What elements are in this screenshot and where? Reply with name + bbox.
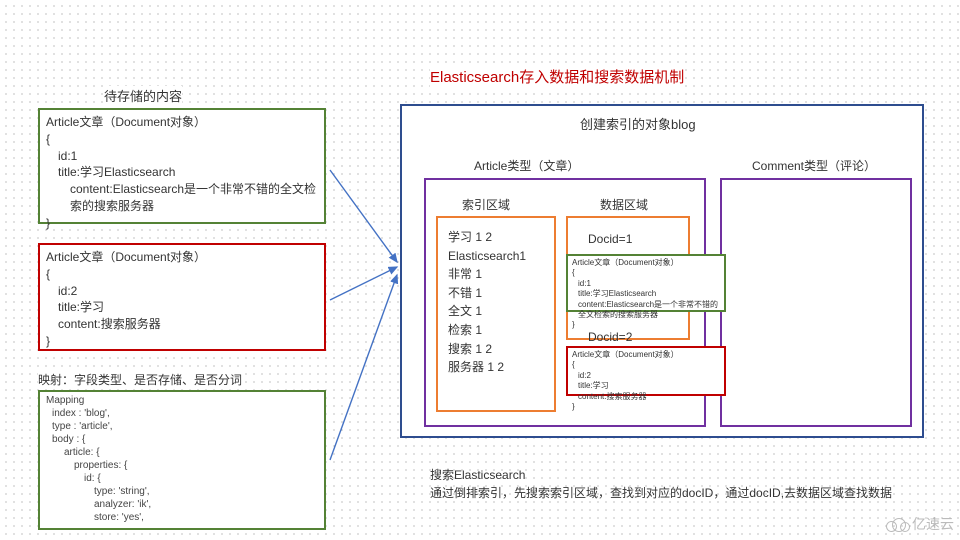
data-area-label: 数据区域 <box>600 196 648 213</box>
mini2-open: { <box>572 360 720 370</box>
mini1-id: id:1 <box>578 279 720 289</box>
map-l9: analyzer: 'ik', <box>94 498 318 511</box>
doc2-open: { <box>46 266 318 283</box>
token-row: 不错 1 <box>448 284 548 303</box>
doc1-close: } <box>46 215 318 232</box>
map-l5: article: { <box>64 446 318 459</box>
doc1-content: content:Elasticsearch是一个非常不错的全文检索的搜索服务器 <box>58 181 318 215</box>
mini2-id: id:2 <box>578 371 720 381</box>
token-row: 检索 1 <box>448 321 548 340</box>
mini1-content: content:Elasticsearch是一个非常不错的全文检索的搜索服务器 <box>578 300 720 321</box>
diagram-canvas: Elasticsearch存入数据和搜索数据机制 待存储的内容 Article文… <box>0 0 960 540</box>
comment-type-label: Comment类型（评论） <box>752 157 876 174</box>
mini1-header: Article文章（Document对象） <box>572 258 720 268</box>
docid-2-label: Docid=2 <box>588 330 632 344</box>
doc2-title: title:学习 <box>58 299 318 316</box>
docid-1-label: Docid=1 <box>588 232 632 246</box>
comment-type-box <box>720 178 912 427</box>
map-l7: id: { <box>84 472 318 485</box>
doc2-content: content:搜索服务器 <box>58 316 318 333</box>
blog-title: 创建索引的对象blog <box>580 114 696 133</box>
token-row: 非常 1 <box>448 265 548 284</box>
map-l1: Mapping <box>46 394 318 407</box>
search-label: 搜索Elasticsearch <box>430 466 525 483</box>
map-l2: index : 'blog', <box>52 407 318 420</box>
token-row: 服务器 1 2 <box>448 358 548 377</box>
mapping-label: 映射：字段类型、是否存储、是否分词 <box>38 371 242 388</box>
index-area-label: 索引区域 <box>462 196 510 213</box>
token-row: Elasticsearch1 <box>448 247 548 266</box>
map-l8: type: 'string', <box>94 485 318 498</box>
mini-document-1: Article文章（Document对象） { id:1 title:学习Ela… <box>566 254 726 312</box>
doc2-id: id:2 <box>58 283 318 300</box>
watermark-text: 亿速云 <box>912 514 954 534</box>
mini2-header: Article文章（Document对象） <box>572 350 720 360</box>
left-heading: 待存储的内容 <box>104 86 182 105</box>
mapping-box: Mapping index : 'blog', type : 'article'… <box>38 390 326 530</box>
doc2-header: Article文章（Document对象） <box>46 249 318 266</box>
index-area-box: 学习 1 2 Elasticsearch1 非常 1 不错 1 全文 1 检索 … <box>436 216 556 412</box>
search-description: 通过倒排索引，先搜索索引区域，查找到对应的docID，通过docID,去数据区域… <box>430 484 930 501</box>
doc2-close: } <box>46 333 318 350</box>
watermark-cloud-icon <box>886 516 908 532</box>
token-row: 学习 1 2 <box>448 228 548 247</box>
token-row: 搜索 1 2 <box>448 340 548 359</box>
map-l10: store: 'yes', <box>94 511 318 524</box>
document-1-box: Article文章（Document对象） { id:1 title:学习Ela… <box>38 108 326 224</box>
watermark: 亿速云 <box>886 514 954 534</box>
map-l6: properties: { <box>74 459 318 472</box>
document-2-box: Article文章（Document对象） { id:2 title:学习 co… <box>38 243 326 351</box>
doc1-header: Article文章（Document对象） <box>46 114 318 131</box>
mini1-title: title:学习Elasticsearch <box>578 289 720 299</box>
mini-document-2: Article文章（Document对象） { id:2 title:学习 co… <box>566 346 726 396</box>
map-l3: type : 'article', <box>52 420 318 433</box>
doc1-title: title:学习Elasticsearch <box>58 164 318 181</box>
doc1-id: id:1 <box>58 148 318 165</box>
token-row: 全文 1 <box>448 302 548 321</box>
mini1-close: } <box>572 320 720 330</box>
mini2-content: content:搜索服务器 <box>578 392 720 402</box>
article-type-label: Article类型（文章） <box>474 157 579 174</box>
mini1-open: { <box>572 268 720 278</box>
main-title: Elasticsearch存入数据和搜索数据机制 <box>430 66 684 87</box>
map-l4: body : { <box>52 433 318 446</box>
mini2-title: title:学习 <box>578 381 720 391</box>
mini2-close: } <box>572 402 720 412</box>
doc1-open: { <box>46 131 318 148</box>
